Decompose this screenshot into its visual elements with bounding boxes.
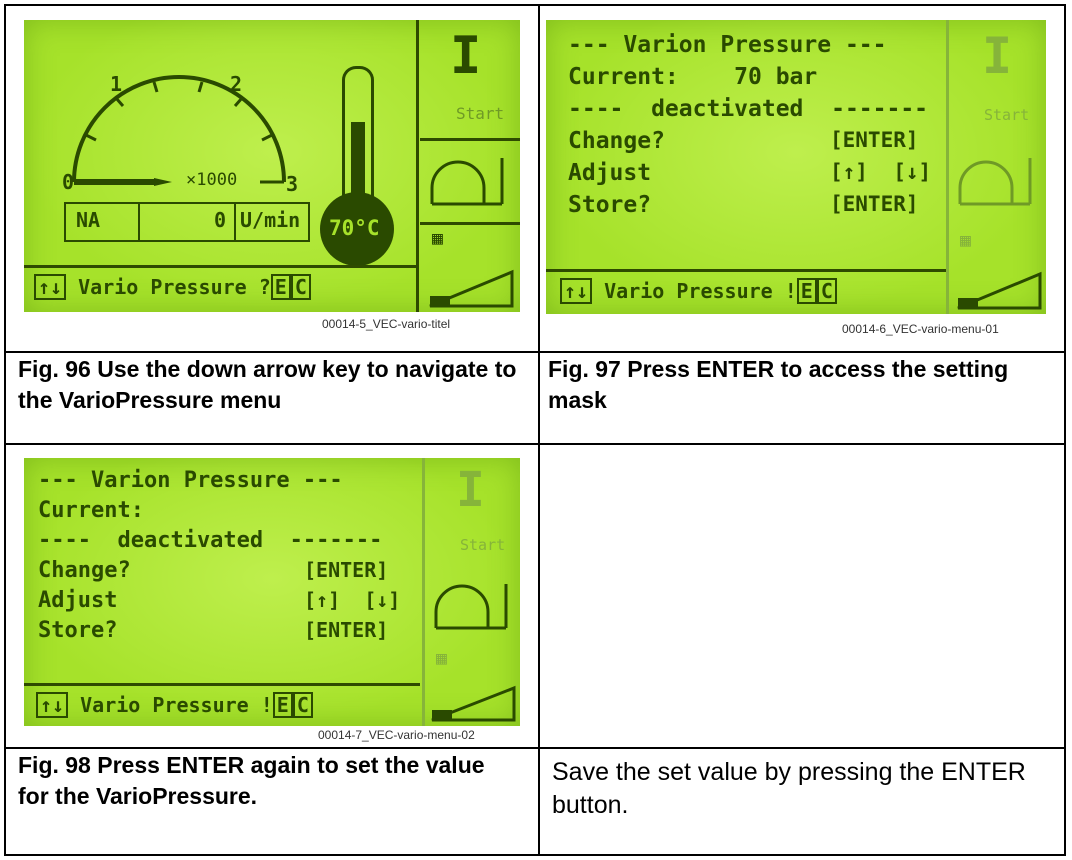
status-line: ---- deactivated ------- (38, 528, 383, 553)
status-bar-text: ↑↓ Vario Pressure ! E C (560, 278, 837, 304)
value-readout: 0 (214, 208, 227, 232)
adjust-keys: [↑] [↓] (830, 160, 932, 184)
start-icon: I (456, 462, 485, 518)
icon-column (416, 20, 419, 312)
change-key: [ENTER] (304, 558, 389, 582)
current-value: Current: (38, 498, 144, 523)
status-bar-text: ↑↓ Vario Pressure ? E C (34, 274, 311, 300)
adjust-label: Adjust (568, 160, 652, 186)
table-column-divider (538, 6, 540, 854)
start-label: Start (460, 536, 506, 554)
ramp-icon (957, 271, 1042, 310)
lcd-screen-fig98: --- Varion Pressure --- Current: ---- de… (24, 458, 520, 726)
arrow-keys-icon: ↑↓ (36, 692, 69, 718)
gauge-label-0: 0 (62, 170, 75, 194)
change-key: [ENTER] (830, 128, 919, 152)
figure-caption: Fig. 98 Press ENTER again to set the val… (18, 752, 485, 809)
mode-label: NA (76, 208, 101, 232)
arrow-keys-icon: ↑↓ (560, 278, 593, 304)
nozzle-icon: ▦ (436, 648, 447, 669)
status-line: ---- deactivated ------- (568, 96, 929, 122)
instruction-text: Save the set value by pressing the ENTER… (552, 758, 1026, 819)
key-e: E (272, 692, 293, 718)
start-icon: I (982, 27, 1013, 85)
current-value: Current: 70 bar (568, 64, 818, 90)
nozzle-icon: ▦ (432, 228, 443, 249)
store-key: [ENTER] (304, 618, 389, 642)
store-label: Store? (38, 618, 118, 643)
status-message: Vario Pressure ! (604, 279, 797, 303)
value-unit: U/min (240, 208, 301, 232)
table-row-divider (6, 747, 1064, 749)
store-key: [ENTER] (830, 192, 919, 216)
start-icon: I (450, 26, 482, 86)
ramp-icon (431, 685, 516, 722)
image-filename: 00014-7_VEC-vario-menu-02 (318, 728, 475, 742)
lcd-screen-fig97: --- Varion Pressure --- Current: 70 bar … (546, 20, 1046, 314)
status-message: Vario Pressure ? (78, 275, 271, 299)
adjust-label: Adjust (38, 588, 118, 613)
start-label: Start (456, 104, 505, 123)
temperature-readout: 70°C (329, 216, 380, 240)
mold-icon (434, 584, 508, 630)
table-row-divider (6, 351, 1064, 353)
gauge-label-3: 3 (286, 172, 299, 196)
mold-icon (958, 158, 1032, 206)
change-label: Change? (38, 558, 131, 583)
table-row-divider (6, 443, 1064, 445)
image-filename: 00014-5_VEC-vario-titel (322, 317, 451, 331)
menu-title: --- Varion Pressure --- (568, 32, 887, 58)
key-e: E (796, 278, 817, 304)
icon-column (946, 20, 949, 314)
ramp-icon (429, 269, 514, 308)
gauge-label-1: 1 (110, 72, 123, 96)
key-c: C (290, 274, 311, 300)
gauge-label-2: 2 (230, 72, 243, 96)
figure-caption: Fig. 97 Press ENTER to access the settin… (548, 356, 1009, 413)
image-filename: 00014-6_VEC-vario-menu-01 (842, 322, 999, 336)
key-e: E (270, 274, 291, 300)
icon-column (422, 458, 425, 726)
store-label: Store? (568, 192, 652, 218)
status-message: Vario Pressure ! (80, 693, 273, 717)
menu-title: --- Varion Pressure --- (38, 468, 343, 493)
gauge-unit: ×1000 (186, 170, 238, 190)
lcd-screen-fig96: 0 1 2 3 ×1000 NA 0 U/min 70°C I Start ▦ … (24, 20, 520, 312)
change-label: Change? (568, 128, 665, 154)
key-c: C (292, 692, 313, 718)
figure-caption: Fig. 96 Use the down arrow key to naviga… (18, 356, 517, 413)
mold-icon (430, 158, 504, 206)
key-c: C (816, 278, 837, 304)
adjust-keys: [↑] [↓] (304, 588, 401, 612)
start-label: Start (984, 106, 1030, 124)
arrow-keys-icon: ↑↓ (34, 274, 67, 300)
nozzle-icon: ▦ (960, 230, 971, 251)
status-bar-text: ↑↓ Vario Pressure ! E C (36, 692, 313, 718)
